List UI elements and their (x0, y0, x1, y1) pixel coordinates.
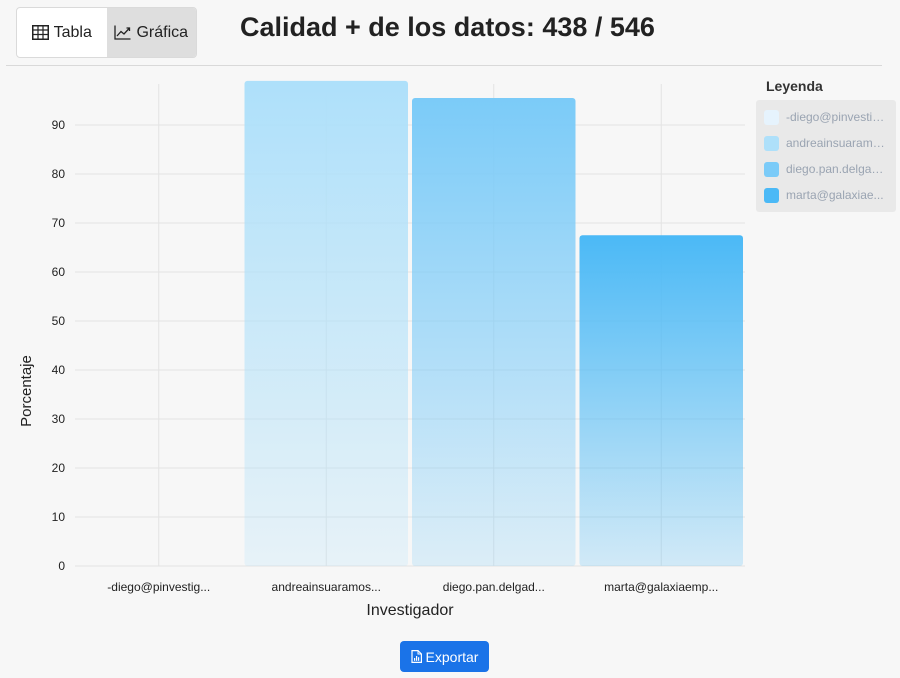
legend-item[interactable]: marta@galaxiae... (756, 182, 896, 208)
x-tick-label: andreainsuaramos... (272, 580, 381, 594)
page-title: Calidad + de los datos: 438 / 546 (240, 12, 655, 42)
export-button-label: Exportar (425, 648, 479, 665)
legend-swatch (764, 161, 779, 177)
line-chart-icon (114, 25, 131, 40)
y-tick-label: 80 (52, 167, 66, 181)
y-tick-label: 10 (52, 510, 66, 524)
legend-label: diego.pan.delgad... (786, 162, 888, 176)
y-axis-label: Porcentaje (18, 355, 35, 427)
legend-label: marta@galaxiae... (786, 188, 884, 202)
legend-label: -diego@pinvestig... (786, 110, 888, 124)
legend-label: andreainsuaramos... (786, 136, 888, 150)
y-tick-label: 50 (52, 314, 66, 328)
legend-item[interactable]: -diego@pinvestig... (756, 104, 896, 130)
bar[interactable] (244, 80, 409, 567)
chart-view-button[interactable]: Gráfica (106, 8, 196, 57)
x-axis-ticks: -diego@pinvestig... andreainsuaramos... di… (107, 580, 718, 594)
chart-view-label: Gráfica (136, 23, 189, 41)
legend-swatch (764, 135, 779, 151)
y-tick-label: 30 (52, 412, 66, 426)
chart-bars (244, 80, 744, 567)
bar[interactable] (412, 98, 576, 567)
legend-swatch (764, 109, 779, 125)
legend-box: -diego@pinvestig... andreainsuaramos... … (756, 100, 896, 212)
y-axis-ticks: 0 10 20 30 40 50 60 70 80 90 (52, 118, 66, 573)
bar[interactable] (579, 235, 744, 566)
file-chart-icon (410, 650, 422, 663)
y-tick-label: 40 (52, 363, 66, 377)
legend-title: Leyenda (766, 78, 823, 94)
table-view-button[interactable]: Tabla (17, 8, 107, 57)
bar-chart: 0 10 20 30 40 50 60 70 80 90 -diego@pinvestig... a… (18, 80, 745, 619)
y-tick-label: 0 (58, 559, 65, 573)
view-toggle: Tabla Gráfica (16, 7, 197, 58)
y-tick-label: 70 (52, 216, 66, 230)
y-tick-label: 20 (52, 461, 66, 475)
table-icon (31, 25, 49, 40)
table-view-label: Tabla (53, 23, 92, 41)
y-tick-label: 90 (52, 118, 66, 132)
x-tick-label: marta@galaxiaemp... (604, 580, 718, 594)
legend-item[interactable]: andreainsuaramos... (756, 130, 896, 156)
x-axis-label: Investigador (366, 602, 454, 619)
page: Tabla Gráfica Calidad + de los datos: 43… (0, 0, 900, 678)
legend-item[interactable]: diego.pan.delgad... (756, 156, 896, 182)
legend: Leyenda -diego@pinvestig... andreainsuar… (756, 78, 896, 212)
legend-swatch (764, 187, 779, 203)
y-tick-label: 60 (52, 265, 66, 279)
x-tick-label: diego.pan.delgad... (443, 580, 545, 594)
x-tick-label: -diego@pinvestig... (107, 580, 210, 594)
export-button[interactable]: Exportar (400, 641, 489, 672)
